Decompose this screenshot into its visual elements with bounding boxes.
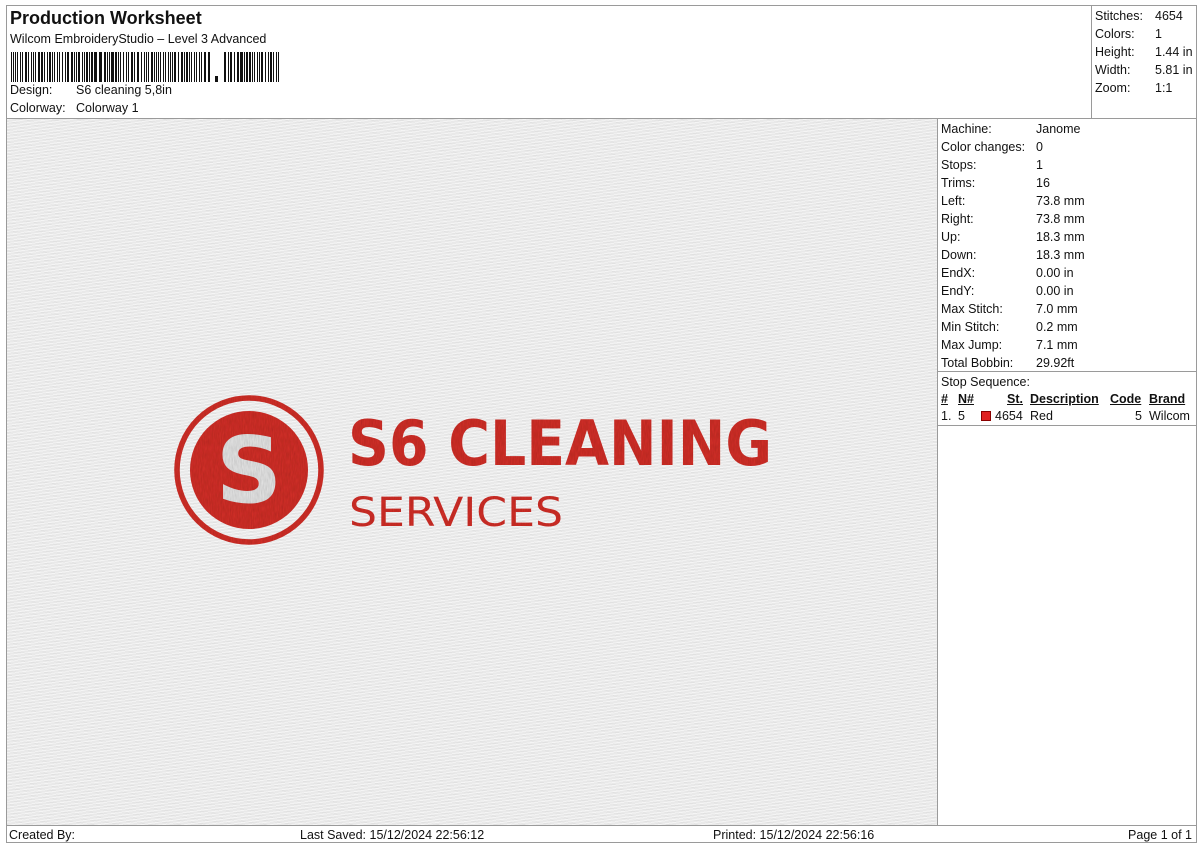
summary-label: Width: bbox=[1095, 63, 1131, 77]
machine-info-label: Total Bobbin: bbox=[941, 356, 1014, 370]
logo-monogram: S bbox=[216, 417, 282, 524]
column-header-index: # bbox=[941, 392, 948, 406]
created-by: Created By: bbox=[9, 828, 76, 842]
machine-info-label: Left: bbox=[941, 194, 966, 208]
column-header-brand: Brand bbox=[1149, 392, 1186, 406]
machine-info-value: 0.2 mm bbox=[1036, 320, 1078, 334]
summary-value: 1.44 in bbox=[1155, 45, 1193, 59]
summary-label: Zoom: bbox=[1095, 81, 1131, 95]
stop-sequence-table: # N# St. Description Code Brand 1. 5 465… bbox=[938, 391, 1196, 425]
column-header-stitches: St. bbox=[1007, 392, 1023, 406]
summary-value: 1:1 bbox=[1155, 81, 1173, 95]
design-label: Design: bbox=[10, 83, 53, 97]
colorway-row: Colorway: Colorway 1 bbox=[10, 101, 139, 115]
machine-info: Machine: Janome Color changes: 0 Stops: 1 Trim… bbox=[937, 118, 1197, 372]
machine-info-row: Total Bobbin: 29.92ft bbox=[941, 354, 1085, 372]
design-value: S6 cleaning 5,8in bbox=[76, 83, 172, 97]
machine-info-label: Stops: bbox=[941, 158, 977, 172]
summary-label: Height: bbox=[1095, 45, 1135, 59]
machine-info-label: Down: bbox=[941, 248, 977, 262]
machine-info-label: Up: bbox=[941, 230, 961, 244]
colorway-label: Colorway: bbox=[10, 101, 66, 115]
machine-info-value: 1 bbox=[1036, 158, 1043, 172]
summary-value: 4654 bbox=[1155, 9, 1183, 23]
logo-line1: S6 CLEANING bbox=[348, 407, 772, 480]
row-needle: 5 bbox=[958, 409, 965, 423]
machine-info-row: Machine: Janome bbox=[941, 120, 1085, 138]
stop-sequence-title: Stop Sequence: bbox=[941, 375, 1030, 389]
summary-row: Colors: 1 bbox=[1095, 25, 1193, 43]
divider bbox=[938, 425, 1196, 426]
machine-info-value: 18.3 mm bbox=[1036, 248, 1085, 262]
machine-info-row: Max Stitch: 7.0 mm bbox=[941, 300, 1085, 318]
machine-info-label: EndX: bbox=[941, 266, 976, 280]
machine-info-value: 73.8 mm bbox=[1036, 194, 1085, 208]
machine-info-row: Up: 18.3 mm bbox=[941, 228, 1085, 246]
machine-info-label: Right: bbox=[941, 212, 974, 226]
page-title: Production Worksheet bbox=[10, 8, 202, 28]
worksheet-footer: Created By: Last Saved: 15/12/2024 22:56… bbox=[6, 825, 1197, 843]
machine-info-label: Max Jump: bbox=[941, 338, 1003, 352]
machine-info-row: Max Jump: 7.1 mm bbox=[941, 336, 1085, 354]
machine-info-value: 29.92ft bbox=[1036, 356, 1075, 370]
summary-label: Colors: bbox=[1095, 27, 1135, 41]
printed-date: Printed: 15/12/2024 22:56:16 bbox=[713, 828, 875, 842]
machine-info-value: 0 bbox=[1036, 140, 1043, 154]
colorway-value: Colorway 1 bbox=[76, 101, 139, 115]
row-code: 5 bbox=[1135, 409, 1142, 423]
embroidery-logo: S S6 CLEANING SERVICES bbox=[174, 395, 772, 545]
summary-value: 1 bbox=[1155, 27, 1162, 41]
column-header-needle: N# bbox=[958, 392, 974, 406]
machine-info-value: 18.3 mm bbox=[1036, 230, 1085, 244]
machine-info-value: Janome bbox=[1036, 122, 1081, 136]
summary-row: Width: 5.81 in bbox=[1095, 61, 1193, 79]
page-number: Page 1 of 1 bbox=[1128, 828, 1192, 842]
design-summary: Stitches: 4654 Colors: 1 Height: 1.44 in Wi… bbox=[1091, 5, 1197, 119]
summary-row: Height: 1.44 in bbox=[1095, 43, 1193, 61]
worksheet-header: Production Worksheet Wilcom EmbroiderySt… bbox=[6, 5, 1092, 119]
row-stitches: 4654 bbox=[995, 409, 1023, 423]
machine-info-row: EndX: 0.00 in bbox=[941, 264, 1085, 282]
last-saved: Last Saved: 15/12/2024 22:56:12 bbox=[300, 828, 485, 842]
column-header-code: Code bbox=[1110, 392, 1142, 406]
machine-info-row: Down: 18.3 mm bbox=[941, 246, 1085, 264]
machine-info-label: Color changes: bbox=[941, 140, 1026, 154]
stop-sequence-panel: Stop Sequence: # N# St. Description Code… bbox=[937, 371, 1197, 826]
machine-info-label: Trims: bbox=[941, 176, 976, 190]
summary-row: Stitches: 4654 bbox=[1095, 7, 1193, 25]
machine-info-row: Left: 73.8 mm bbox=[941, 192, 1085, 210]
summary-value: 5.81 in bbox=[1155, 63, 1193, 77]
machine-info-value: 0.00 in bbox=[1036, 266, 1074, 280]
machine-info-row: Color changes: 0 bbox=[941, 138, 1085, 156]
summary-row: Zoom: 1:1 bbox=[1095, 79, 1193, 97]
machine-info-label: Min Stitch: bbox=[941, 320, 1000, 334]
logo-line2: SERVICES bbox=[349, 490, 563, 536]
machine-info-row: Right: 73.8 mm bbox=[941, 210, 1085, 228]
machine-info-value: 7.0 mm bbox=[1036, 302, 1078, 316]
table-header: # N# St. Description Code Brand bbox=[938, 391, 1196, 408]
design-row: Design: S6 cleaning 5,8in bbox=[10, 83, 172, 97]
row-index: 1. bbox=[941, 409, 952, 423]
software-name: Wilcom EmbroideryStudio – Level 3 Advanc… bbox=[10, 32, 267, 46]
summary-label: Stitches: bbox=[1095, 9, 1143, 23]
column-header-description: Description bbox=[1030, 392, 1099, 406]
machine-info-row: Trims: 16 bbox=[941, 174, 1085, 192]
design-preview: S S6 CLEANING SERVICES bbox=[6, 118, 938, 826]
machine-info-value: 73.8 mm bbox=[1036, 212, 1085, 226]
machine-info-label: EndY: bbox=[941, 284, 975, 298]
machine-info-label: Max Stitch: bbox=[941, 302, 1003, 316]
machine-info-row: EndY: 0.00 in bbox=[941, 282, 1085, 300]
machine-info-value: 16 bbox=[1036, 176, 1050, 190]
row-brand: Wilcom bbox=[1149, 409, 1190, 423]
machine-info-row: Min Stitch: 0.2 mm bbox=[941, 318, 1085, 336]
table-row: 1. 5 4654 Red 5 Wilcom bbox=[938, 408, 1196, 425]
machine-info-value: 7.1 mm bbox=[1036, 338, 1078, 352]
machine-info-value: 0.00 in bbox=[1036, 284, 1074, 298]
color-swatch bbox=[981, 411, 991, 421]
barcode-image bbox=[11, 52, 279, 82]
machine-info-label: Machine: bbox=[941, 122, 992, 136]
row-description: Red bbox=[1030, 409, 1053, 423]
machine-info-row: Stops: 1 bbox=[941, 156, 1085, 174]
